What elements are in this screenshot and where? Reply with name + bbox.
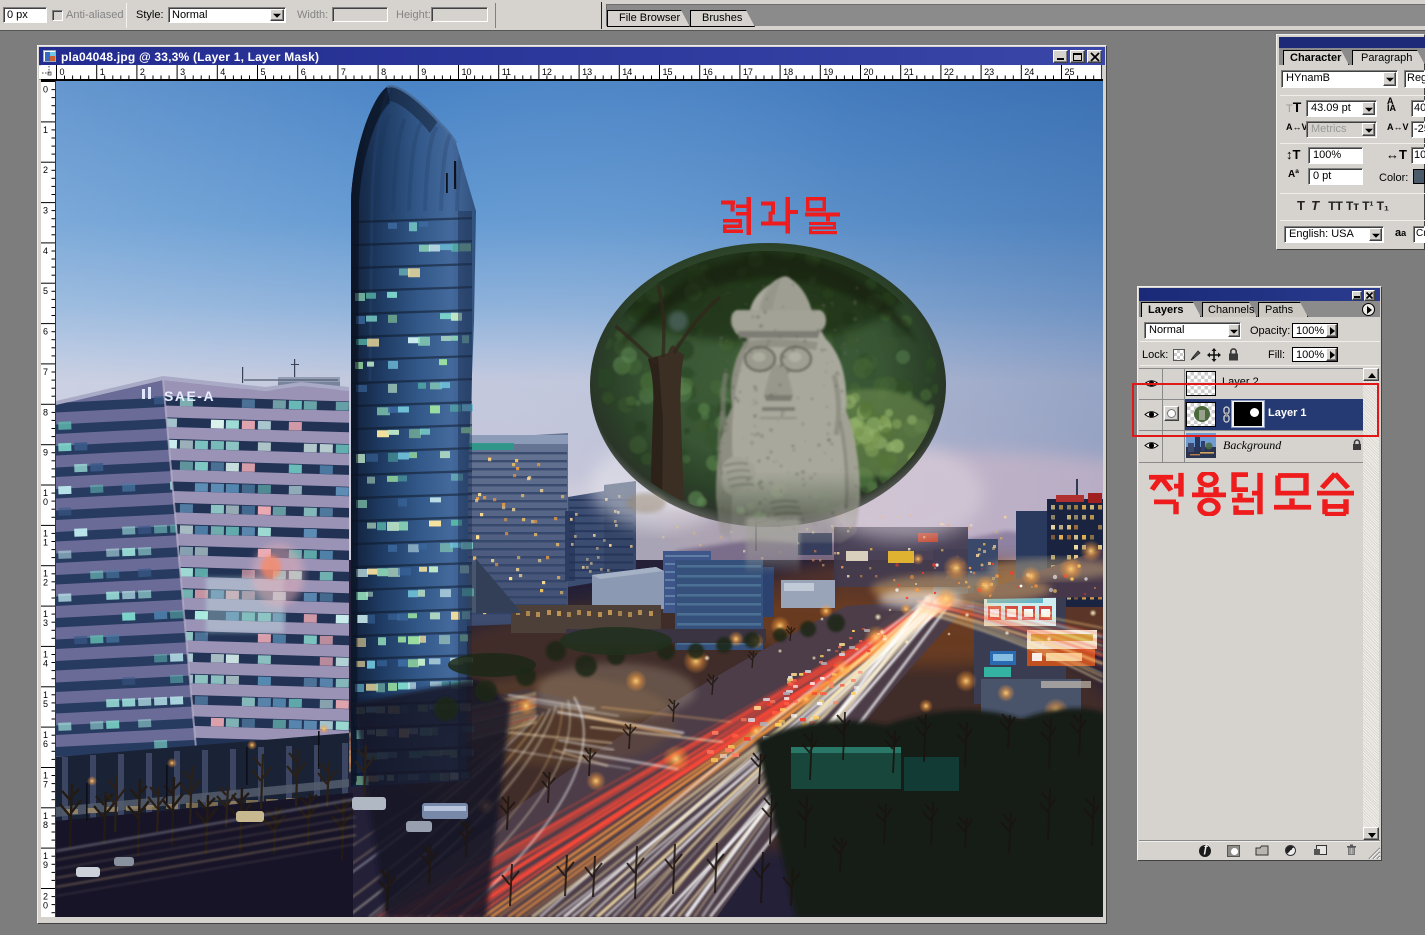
svg-text:SAE-A: SAE-A bbox=[164, 388, 215, 404]
svg-text:4: 4 bbox=[43, 246, 48, 256]
svg-text:3: 3 bbox=[43, 618, 48, 628]
svg-text:6: 6 bbox=[301, 67, 306, 77]
svg-text:3: 3 bbox=[180, 67, 185, 77]
svg-text:0: 0 bbox=[60, 67, 65, 77]
svg-text:9: 9 bbox=[421, 67, 426, 77]
svg-text:3: 3 bbox=[43, 206, 48, 216]
svg-text:4: 4 bbox=[43, 658, 48, 668]
svg-text:2: 2 bbox=[43, 578, 48, 588]
svg-text:1: 1 bbox=[100, 67, 105, 77]
svg-text:0: 0 bbox=[43, 497, 48, 507]
svg-text:1: 1 bbox=[43, 125, 48, 135]
svg-text:6: 6 bbox=[43, 327, 48, 337]
svg-text:1: 1 bbox=[43, 537, 48, 547]
svg-text:2: 2 bbox=[140, 67, 145, 77]
svg-text:8: 8 bbox=[43, 820, 48, 830]
svg-text:9: 9 bbox=[43, 448, 48, 458]
svg-text:7: 7 bbox=[43, 780, 48, 790]
svg-text:5: 5 bbox=[43, 286, 48, 296]
svg-text:4: 4 bbox=[220, 67, 225, 77]
svg-text:5: 5 bbox=[43, 699, 48, 709]
svg-text:2: 2 bbox=[43, 165, 48, 175]
svg-text:9: 9 bbox=[43, 860, 48, 870]
svg-text:0: 0 bbox=[43, 901, 48, 911]
svg-text:7: 7 bbox=[43, 367, 48, 377]
svg-text:6: 6 bbox=[43, 739, 48, 749]
svg-text:0: 0 bbox=[43, 85, 48, 95]
svg-text:8: 8 bbox=[381, 67, 386, 77]
svg-text:8: 8 bbox=[43, 407, 48, 417]
svg-text:7: 7 bbox=[341, 67, 346, 77]
svg-text:5: 5 bbox=[261, 67, 266, 77]
